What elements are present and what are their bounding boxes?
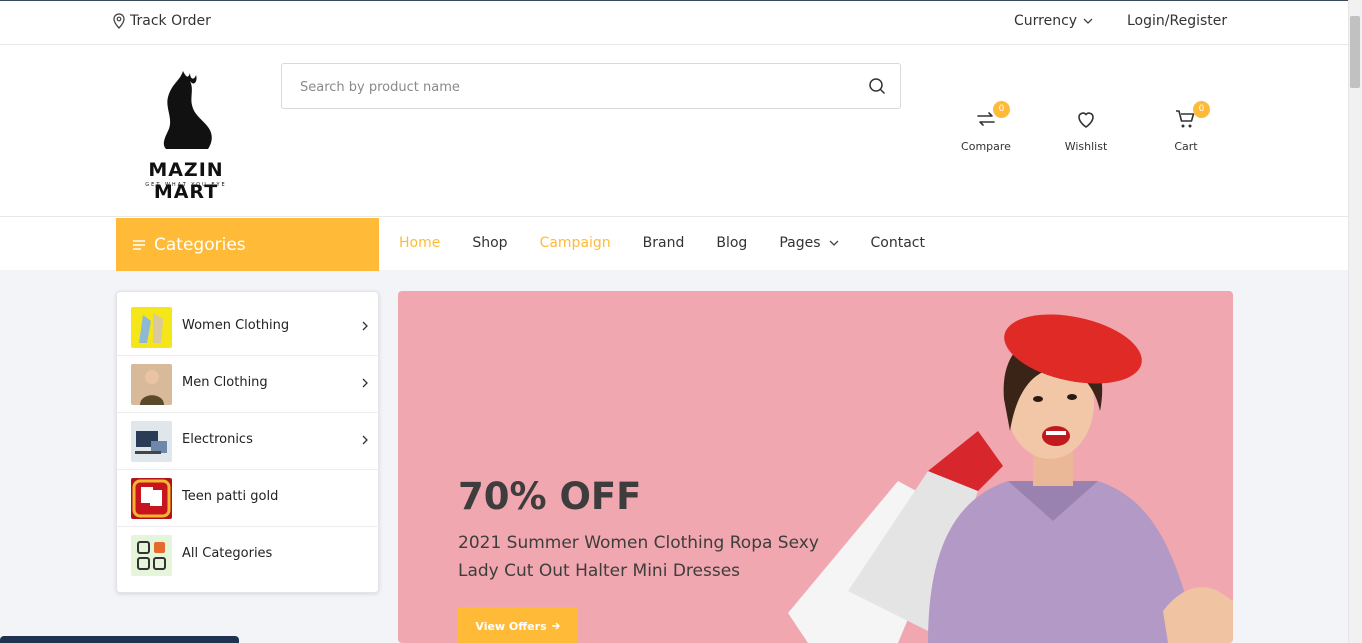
banner-model-image xyxy=(788,314,1233,643)
scrollbar-thumb[interactable] xyxy=(1350,16,1360,88)
banner-title: 70% OFF xyxy=(458,475,642,518)
category-label: Electronics xyxy=(182,432,253,447)
nav-contact[interactable]: Contact xyxy=(871,235,925,251)
category-thumbnail xyxy=(131,364,172,405)
header: MAZIN MART GET WHAT YOU EYE 0 Compare Wi… xyxy=(0,45,1348,217)
compare-count-badge: 0 xyxy=(993,101,1010,118)
category-label: Men Clothing xyxy=(182,375,268,390)
cart-button[interactable]: 0 Cart xyxy=(1146,101,1226,153)
category-thumbnail xyxy=(131,307,172,348)
category-label: Women Clothing xyxy=(182,318,290,333)
cart-label: Cart xyxy=(1174,140,1198,153)
category-label: All Categories xyxy=(182,546,273,561)
location-pin-icon xyxy=(113,13,125,29)
categories-button[interactable]: Categories xyxy=(116,218,379,271)
nav-shop[interactable]: Shop xyxy=(472,235,507,251)
chevron-down-icon xyxy=(1083,18,1093,24)
heart-icon xyxy=(1078,112,1094,128)
nav-pages-dropdown[interactable]: Pages xyxy=(779,235,838,251)
category-item-electronics[interactable]: Electronics xyxy=(117,413,380,470)
search-bar xyxy=(281,63,901,109)
arrow-right-icon xyxy=(551,622,560,630)
category-list: Women Clothing Men Clothing Electronics … xyxy=(116,291,380,593)
nav-pages: Pages xyxy=(779,235,821,251)
chevron-down-icon xyxy=(829,240,838,246)
category-item-men-clothing[interactable]: Men Clothing xyxy=(117,356,380,413)
category-label: Teen patti gold xyxy=(182,489,279,504)
top-bar: Track Order Currency Login/Register xyxy=(0,0,1348,45)
wishlist-label: Wishlist xyxy=(1064,140,1108,153)
nav-home[interactable]: Home xyxy=(399,235,440,251)
chat-widget-bar[interactable] xyxy=(0,636,239,643)
nav-brand[interactable]: Brand xyxy=(643,235,685,251)
menu-lines-icon xyxy=(133,239,145,250)
chevron-right-icon xyxy=(362,435,368,445)
view-offers-button[interactable]: View Offers xyxy=(458,607,578,643)
chevron-right-icon xyxy=(362,321,368,331)
cart-count-badge: 0 xyxy=(1193,101,1210,118)
page-scrollbar[interactable] xyxy=(1348,0,1362,643)
category-thumbnail xyxy=(131,478,172,519)
wishlist-button[interactable]: Wishlist xyxy=(1046,107,1126,153)
logo-name: MAZIN MART xyxy=(148,159,224,203)
compare-button[interactable]: 0 Compare xyxy=(946,101,1026,153)
chevron-right-icon xyxy=(362,378,368,388)
category-item-teen-patti-gold[interactable]: Teen patti gold xyxy=(117,470,380,527)
view-offers-label: View Offers xyxy=(475,619,547,633)
search-input[interactable] xyxy=(300,76,840,98)
nav-menu: Home Shop Campaign Brand Blog Pages Cont… xyxy=(399,235,925,251)
grid-categories-icon xyxy=(131,535,172,576)
search-icon[interactable] xyxy=(868,77,886,99)
hero-banner: 70% OFF 2021 Summer Women Clothing Ropa … xyxy=(398,291,1233,643)
track-order-link[interactable]: Track Order xyxy=(112,13,211,29)
category-thumbnail xyxy=(131,421,172,462)
nav-campaign[interactable]: Campaign xyxy=(540,235,611,251)
compare-label: Compare xyxy=(961,140,1011,153)
logo-figure-icon xyxy=(163,71,212,149)
track-order-label: Track Order xyxy=(130,13,211,29)
main-navigation: Categories Home Shop Campaign Brand Blog… xyxy=(0,217,1348,271)
logo-tagline: GET WHAT YOU EYE xyxy=(145,182,227,188)
site-logo[interactable]: MAZIN MART GET WHAT YOU EYE xyxy=(128,67,244,203)
login-register-link[interactable]: Login/Register xyxy=(1127,13,1227,29)
nav-blog[interactable]: Blog xyxy=(716,235,747,251)
category-item-all-categories[interactable]: All Categories xyxy=(117,527,380,584)
category-item-women-clothing[interactable]: Women Clothing xyxy=(117,299,380,356)
currency-dropdown[interactable]: Currency xyxy=(1014,13,1093,29)
currency-label: Currency xyxy=(1014,13,1078,29)
categories-label: Categories xyxy=(154,234,246,255)
